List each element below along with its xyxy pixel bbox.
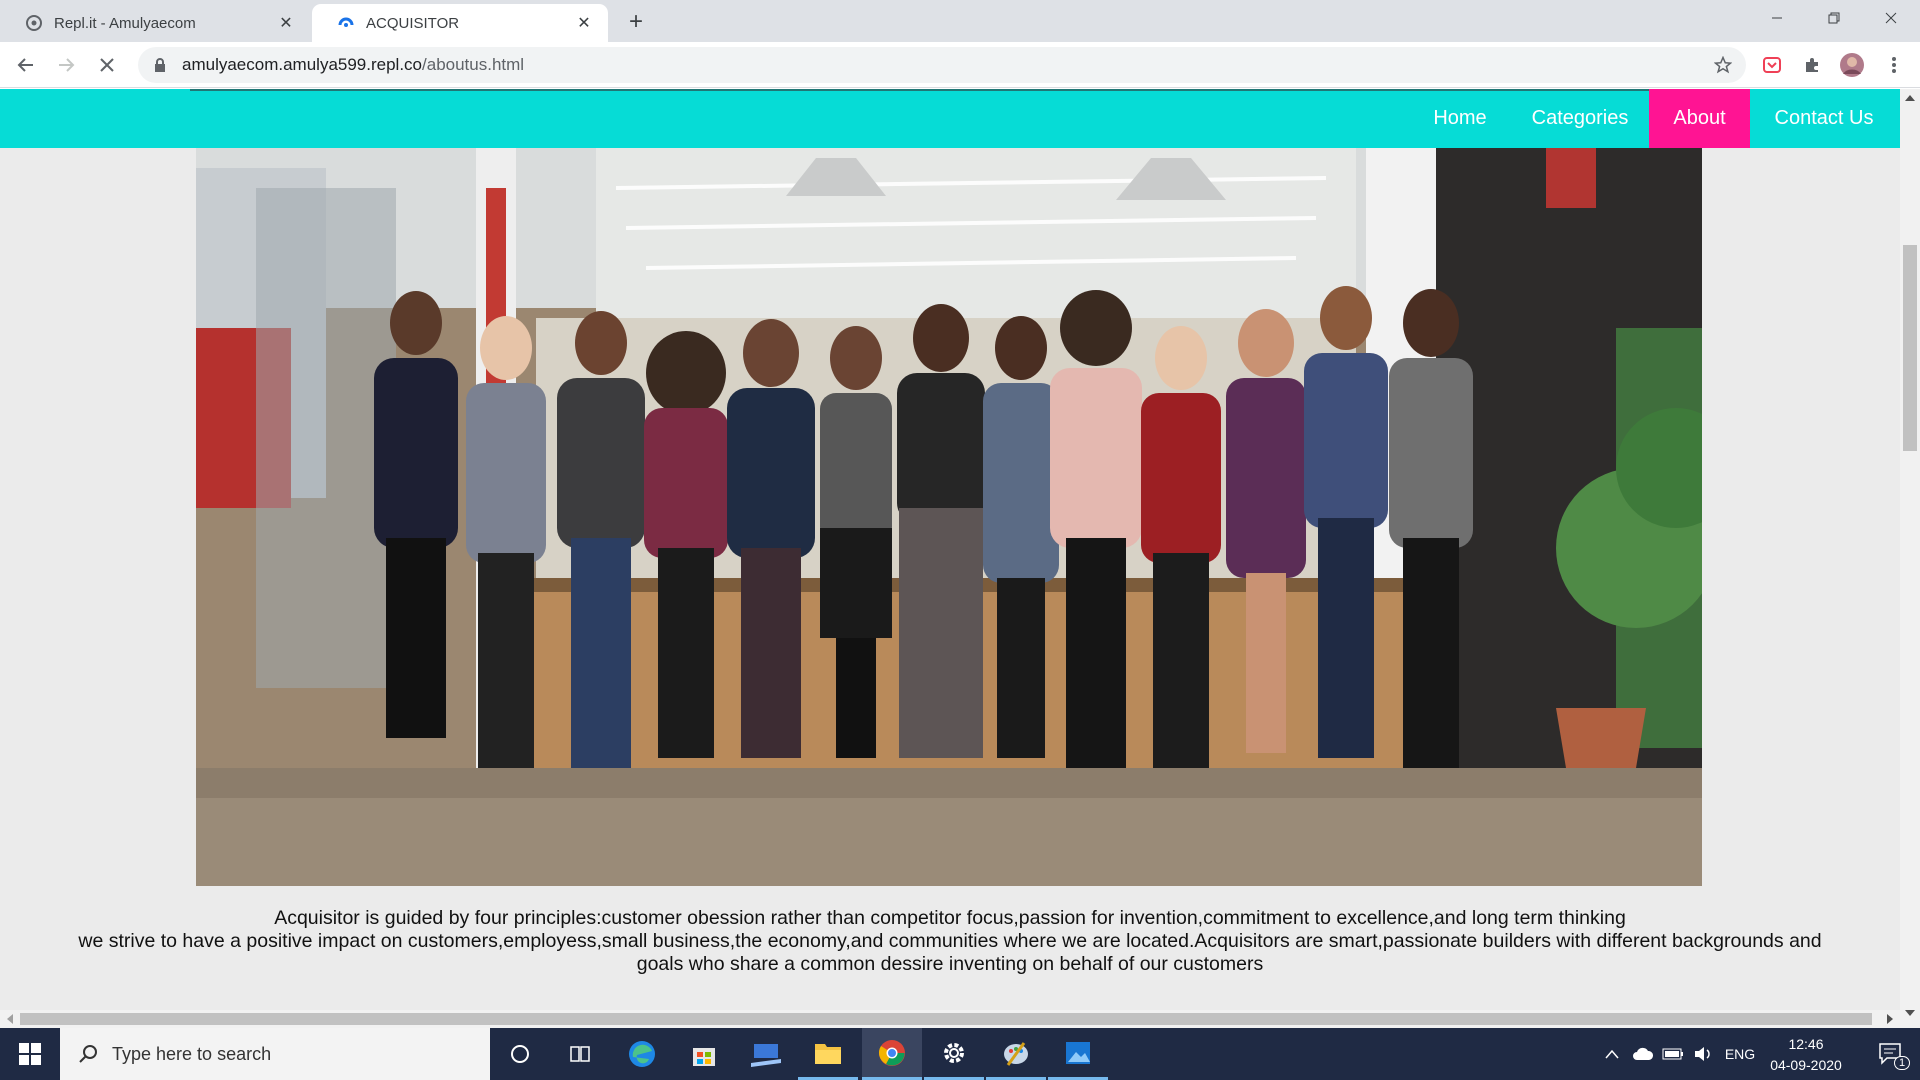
taskbar-clock[interactable]: 12:46 04-09-2020 bbox=[1762, 1034, 1850, 1076]
file-explorer-icon[interactable] bbox=[798, 1028, 858, 1080]
minimize-icon[interactable] bbox=[1748, 0, 1806, 36]
pocket-extension-icon[interactable] bbox=[1756, 49, 1788, 81]
notifications-icon[interactable]: 1 bbox=[1866, 1028, 1916, 1080]
search-icon bbox=[76, 1042, 100, 1066]
clock-date: 04-09-2020 bbox=[1770, 1057, 1842, 1073]
loading-favicon-icon bbox=[336, 13, 356, 33]
volume-speaker-icon[interactable] bbox=[1688, 1028, 1718, 1080]
forward-arrow-icon[interactable] bbox=[50, 49, 82, 81]
vertical-scroll-thumb[interactable] bbox=[1903, 245, 1917, 451]
store-icon[interactable] bbox=[674, 1028, 734, 1080]
url-host: amulyaecom.amulya599.repl.co bbox=[182, 55, 423, 74]
close-icon[interactable]: ✕ bbox=[276, 13, 296, 33]
nav-categories[interactable]: Categories bbox=[1515, 89, 1645, 148]
show-hidden-icons-chevron-up-icon[interactable] bbox=[1598, 1028, 1626, 1080]
notification-count-badge: 1 bbox=[1894, 1056, 1911, 1070]
tab-title: Repl.it - Amulyaecom bbox=[54, 14, 196, 32]
horizontal-scroll-thumb[interactable] bbox=[20, 1013, 1872, 1025]
tab-acquisitor[interactable]: ACQUISITOR ✕ bbox=[312, 4, 608, 42]
team-photo-illustration bbox=[196, 148, 1702, 886]
scroll-right-arrow-icon[interactable] bbox=[1887, 1014, 1893, 1024]
photos-icon[interactable] bbox=[1048, 1028, 1108, 1080]
about-description: Acquisitor is guided by four principles:… bbox=[0, 907, 1900, 976]
clock-time: 12:46 bbox=[1788, 1036, 1824, 1052]
new-tab-plus-icon[interactable]: + bbox=[622, 8, 650, 36]
restore-icon[interactable] bbox=[1805, 0, 1863, 36]
nav-contact-us[interactable]: Contact Us bbox=[1754, 89, 1894, 148]
tab-replit[interactable]: Repl.it - Amulyaecom ✕ bbox=[0, 4, 310, 42]
settings-gear-icon[interactable] bbox=[924, 1028, 984, 1080]
windows-taskbar: Type here to search ENG 12:46 04-09-2020… bbox=[0, 1028, 1920, 1080]
extensions-puzzle-icon[interactable] bbox=[1796, 49, 1828, 81]
scroll-up-arrow-icon[interactable] bbox=[1905, 95, 1915, 101]
tab-title: ACQUISITOR bbox=[366, 14, 460, 32]
scroll-left-arrow-icon[interactable] bbox=[7, 1014, 13, 1024]
bookmark-star-icon[interactable] bbox=[1707, 49, 1739, 81]
nav-home[interactable]: Home bbox=[1410, 89, 1510, 148]
back-arrow-icon[interactable] bbox=[10, 49, 42, 81]
address-bar[interactable]: amulyaecom.amulya599.repl.co/aboutus.htm… bbox=[138, 47, 1746, 83]
paint-icon[interactable] bbox=[986, 1028, 1046, 1080]
close-icon[interactable]: ✕ bbox=[574, 13, 594, 33]
scroll-down-arrow-icon[interactable] bbox=[1905, 1010, 1915, 1016]
profile-avatar[interactable] bbox=[1836, 49, 1868, 81]
onedrive-cloud-icon[interactable] bbox=[1628, 1028, 1658, 1080]
edge-icon[interactable] bbox=[612, 1028, 672, 1080]
pinned-app-icon[interactable] bbox=[736, 1028, 796, 1080]
vertical-scrollbar[interactable] bbox=[1900, 89, 1920, 1028]
input-language[interactable]: ENG bbox=[1720, 1028, 1760, 1080]
lock-icon[interactable] bbox=[152, 57, 168, 73]
browser-tab-strip: Repl.it - Amulyaecom ✕ ACQUISITOR ✕ + bbox=[0, 0, 1920, 42]
horizontal-scrollbar[interactable] bbox=[0, 1010, 1900, 1028]
about-mission-text: we strive to have a positive impact on c… bbox=[78, 930, 1822, 975]
cortana-icon[interactable] bbox=[490, 1028, 550, 1080]
about-principles-text: Acquisitor is guided by four principles:… bbox=[274, 907, 1626, 929]
stop-loading-icon[interactable] bbox=[91, 49, 123, 81]
search-placeholder: Type here to search bbox=[112, 1043, 272, 1064]
taskbar-search-input[interactable]: Type here to search bbox=[60, 1028, 490, 1080]
site-navbar: Home Categories About Contact Us bbox=[0, 89, 1900, 148]
task-view-icon[interactable] bbox=[550, 1028, 610, 1080]
team-photo bbox=[196, 148, 1702, 886]
browser-toolbar: amulyaecom.amulya599.repl.co/aboutus.htm… bbox=[0, 42, 1920, 88]
battery-icon[interactable] bbox=[1658, 1028, 1688, 1080]
url-path: /aboutus.html bbox=[422, 55, 525, 74]
chrome-menu-icon[interactable] bbox=[1878, 49, 1910, 81]
windows-start-icon[interactable] bbox=[0, 1028, 60, 1080]
nav-about[interactable]: About bbox=[1649, 89, 1750, 148]
page-viewport: Home Categories About Contact Us Acquisi… bbox=[0, 89, 1920, 1028]
replit-favicon-icon bbox=[24, 13, 44, 33]
chrome-icon[interactable] bbox=[862, 1028, 922, 1080]
window-close-icon[interactable] bbox=[1862, 0, 1920, 36]
